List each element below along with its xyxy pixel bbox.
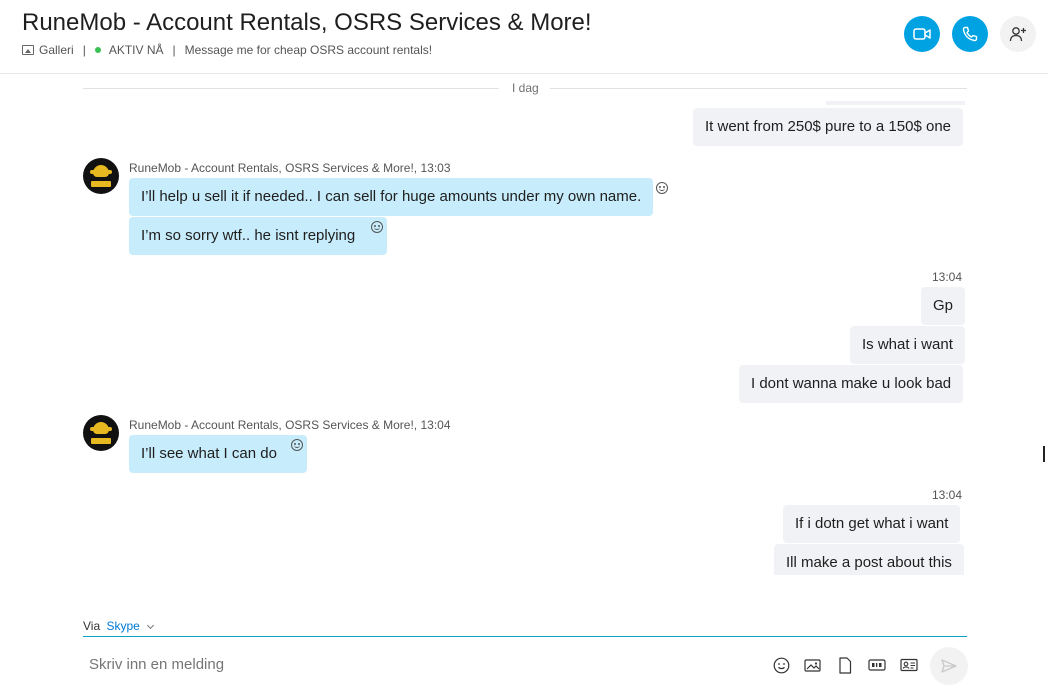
separator: | <box>82 43 86 57</box>
message-bubble-incoming[interactable]: I’m so sorry wtf.. he isnt replying <box>129 217 387 255</box>
contact-avatar[interactable] <box>83 158 119 194</box>
message-list[interactable]: I dag It went from 250$ pure to a 150$ o… <box>0 75 1048 575</box>
audio-call-button[interactable] <box>952 16 988 52</box>
chat-title: RuneMob - Account Rentals, OSRS Services… <box>22 9 592 36</box>
add-reaction-smiley-icon[interactable] <box>656 182 668 194</box>
skype-chat-window: RuneMob - Account Rentals, OSRS Services… <box>0 0 1048 691</box>
message-bubble-outgoing[interactable]: Ill make a post about this <box>774 544 964 575</box>
gif-icon <box>868 659 886 671</box>
add-person-icon <box>1009 27 1026 42</box>
message-time: 13:03 <box>420 161 451 175</box>
image-icon <box>804 658 821 672</box>
text-cursor <box>1043 446 1045 462</box>
add-reaction-smiley-icon[interactable] <box>291 439 303 451</box>
via-label: Via <box>83 619 101 633</box>
message-bubble-outgoing[interactable]: Gp <box>921 287 966 325</box>
message-input[interactable] <box>89 656 689 673</box>
message-bubble-outgoing[interactable]: It went from 250$ pure to a 150$ one <box>693 108 963 146</box>
message-bubble-outgoing[interactable]: If i dotn get what i want <box>783 505 961 543</box>
add-people-button[interactable] <box>1000 16 1036 52</box>
divider-line <box>83 88 499 89</box>
smiley-icon <box>773 657 789 673</box>
day-divider: I dag <box>512 81 539 95</box>
message-time: 13:04 <box>932 270 963 284</box>
avatar-logo-banner <box>91 438 111 444</box>
chevron-down-icon[interactable] <box>147 621 155 630</box>
phone-icon <box>962 26 978 42</box>
send-file-button[interactable] <box>836 656 854 674</box>
mood-message: Message me for cheap OSRS account rental… <box>184 43 433 57</box>
message-sender: RuneMob - Account Rentals, OSRS Services… <box>129 161 451 175</box>
gallery-icon[interactable] <box>22 45 34 55</box>
send-button[interactable] <box>930 647 968 685</box>
message-time: 13:04 <box>420 418 451 432</box>
compose-divider <box>83 636 967 637</box>
message-bubble-outgoing[interactable]: I dont wanna make u look bad <box>739 365 964 403</box>
sender-name: RuneMob - Account Rentals, OSRS Services… <box>129 418 418 432</box>
message-sender: RuneMob - Account Rentals, OSRS Services… <box>129 418 451 432</box>
status-label: AKTIV NÅ <box>108 43 164 57</box>
online-status-dot-icon <box>94 47 101 53</box>
divider-line <box>550 88 967 89</box>
message-bubble-incoming[interactable]: I’ll see what I can do <box>129 435 307 473</box>
contact-avatar[interactable] <box>83 415 119 451</box>
video-call-button[interactable] <box>904 16 940 52</box>
previous-message-fragment <box>826 101 965 105</box>
message-bubble-incoming[interactable]: I’ll help u sell it if needed.. I can se… <box>129 178 654 216</box>
gallery-link[interactable]: Galleri <box>39 43 74 57</box>
send-icon <box>941 659 957 673</box>
gif-button[interactable] <box>868 656 886 674</box>
media-button[interactable] <box>804 656 822 674</box>
send-via-selector[interactable]: Via Skype <box>83 619 155 633</box>
separator: | <box>172 43 176 57</box>
video-camera-icon <box>913 28 931 40</box>
sender-name: RuneMob - Account Rentals, OSRS Services… <box>129 161 418 175</box>
message-bubble-outgoing[interactable]: Is what i want <box>850 326 965 364</box>
share-contact-button[interactable] <box>900 656 918 674</box>
file-icon <box>839 656 852 674</box>
avatar-logo-face <box>93 165 109 177</box>
via-service[interactable]: Skype <box>106 619 139 633</box>
chat-subheader: Galleri | AKTIV NÅ | Message me for chea… <box>22 43 432 57</box>
chat-header: RuneMob - Account Rentals, OSRS Services… <box>0 0 1048 74</box>
emoji-button[interactable] <box>772 656 790 674</box>
message-time: 13:04 <box>932 488 963 502</box>
avatar-logo-banner <box>91 181 111 187</box>
add-reaction-smiley-icon[interactable] <box>371 221 383 233</box>
avatar-logo-face <box>93 422 109 434</box>
contact-card-icon <box>900 658 918 672</box>
